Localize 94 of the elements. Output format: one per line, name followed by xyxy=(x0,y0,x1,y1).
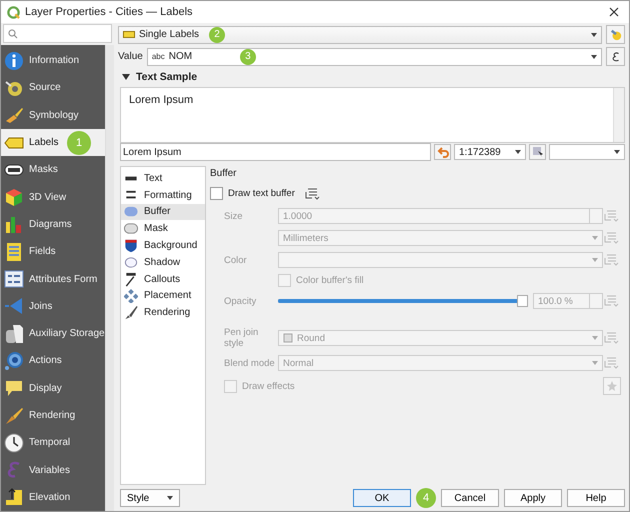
caret-icon xyxy=(167,496,173,500)
sidebar-item[interactable]: Actions xyxy=(1,347,106,375)
sidebar-item[interactable]: Diagrams xyxy=(1,210,106,238)
field-label: Pen join style xyxy=(224,327,260,349)
sidebar-item[interactable]: Display xyxy=(1,374,106,402)
sample-text-field[interactable]: Lorem Ipsum xyxy=(120,143,431,161)
dropdown-arrow-icon xyxy=(592,361,598,365)
sidebar-item[interactable]: Symbology xyxy=(1,102,106,129)
panel-title: Buffer xyxy=(210,168,238,179)
section-header[interactable]: Text Sample xyxy=(118,69,625,87)
text-preview: Lorem Ipsum xyxy=(120,87,625,143)
dropdown-arrow-icon xyxy=(592,258,598,262)
dialog-button[interactable]: Cancel xyxy=(441,489,499,507)
brush-icon xyxy=(124,305,138,320)
tab[interactable]: Placement xyxy=(121,288,205,304)
mask-icon xyxy=(124,221,138,236)
field-label: Value xyxy=(118,51,143,62)
app-logo-icon xyxy=(7,6,20,18)
dropdown-arrow-icon xyxy=(592,236,598,240)
dialog-button[interactable]: Apply xyxy=(504,489,562,507)
step-badge: 4 xyxy=(416,488,436,508)
speech-bubble-icon xyxy=(4,378,24,398)
dropdown-arrow-icon xyxy=(591,32,597,36)
field-label: Size xyxy=(224,210,244,222)
tab[interactable]: Rendering xyxy=(121,304,205,322)
dropdown-arrow-icon xyxy=(515,150,521,154)
tab[interactable]: Text xyxy=(121,170,205,187)
tab[interactable]: Formatting xyxy=(121,186,205,204)
shadow-icon xyxy=(124,254,138,270)
checkbox-label: Color buffer's fill xyxy=(296,275,364,286)
field-label: Color xyxy=(224,254,248,266)
sidebar-item[interactable]: Temporal xyxy=(1,429,106,456)
close-icon[interactable] xyxy=(609,7,619,17)
checkbox-label: Draw effects xyxy=(242,380,295,392)
reset-button[interactable] xyxy=(434,144,451,160)
elevation-icon xyxy=(4,487,24,508)
sidebar-item[interactable]: Rendering xyxy=(1,402,106,430)
undo-icon xyxy=(436,146,448,158)
tab[interactable]: Background xyxy=(121,237,205,254)
cursor-icon xyxy=(532,146,544,158)
brush-icon xyxy=(4,406,24,426)
star-icon xyxy=(607,381,617,391)
sidebar-item[interactable]: Masks xyxy=(1,156,106,184)
brush-icon xyxy=(4,105,24,126)
clock-icon xyxy=(4,432,24,453)
field-label: Opacity xyxy=(224,296,258,306)
chart-icon xyxy=(4,214,24,234)
dialog-button[interactable]: OK xyxy=(353,489,411,507)
sidebar-item[interactable]: Elevation xyxy=(1,484,106,511)
sidebar-item[interactable]: Auxiliary Storage xyxy=(1,320,106,348)
step-badge: 2 xyxy=(209,26,225,42)
expression-button[interactable] xyxy=(606,47,625,66)
dropdown-arrow-icon xyxy=(614,150,620,154)
sidebar-item[interactable]: Information xyxy=(1,47,106,74)
collapse-arrow-icon xyxy=(122,74,130,80)
style-button[interactable]: Style xyxy=(120,489,180,507)
checkbox-label: Draw text buffer xyxy=(228,188,295,199)
sidebar-item[interactable]: Fields xyxy=(1,238,106,266)
map-scale-button[interactable] xyxy=(529,144,546,160)
dialog-button[interactable]: Help xyxy=(567,489,625,507)
tag-icon xyxy=(123,31,135,38)
triangle-icon xyxy=(4,296,24,316)
scale-dropdown[interactable]: 1:172389 xyxy=(454,144,526,160)
step-badge: 1 xyxy=(67,130,91,155)
renderer-dropdown[interactable]: Single Labels 2 xyxy=(118,26,602,44)
step-badge: 3 xyxy=(240,48,256,64)
epsilon-icon xyxy=(610,50,622,62)
search-icon xyxy=(8,28,18,38)
sidebar-item[interactable]: Attributes Form xyxy=(1,265,106,293)
tab[interactable]: Shadow xyxy=(121,254,205,271)
sidebar-item[interactable]: Joins xyxy=(1,292,106,320)
sidebar-item[interactable]: Source xyxy=(1,74,106,102)
sidebar-item[interactable]: 3D View xyxy=(1,183,106,211)
info-icon xyxy=(4,50,24,71)
search-field[interactable] xyxy=(3,24,112,43)
window-title: Layer Properties - Cities — Labels xyxy=(25,6,194,18)
background-color-field[interactable] xyxy=(549,144,625,160)
placement-icon xyxy=(124,288,138,304)
tab[interactable]: Buffer xyxy=(121,204,205,220)
field-label: Blend mode xyxy=(224,358,276,368)
value-field[interactable]: abc NOM 3 xyxy=(146,48,602,66)
form-icon xyxy=(4,269,24,290)
sidebar-item[interactable]: Labels 1 xyxy=(1,128,106,156)
dropdown-arrow-icon xyxy=(592,336,598,340)
list-icon xyxy=(4,242,24,262)
callout-icon xyxy=(124,272,138,287)
tab[interactable]: Mask xyxy=(121,220,205,238)
dropdown-arrow-icon xyxy=(591,54,597,58)
cube-icon xyxy=(4,187,24,208)
scrollbar xyxy=(613,88,624,142)
shield-icon xyxy=(124,238,138,254)
paint-icon xyxy=(610,28,622,40)
tab[interactable]: Callouts xyxy=(121,270,205,288)
sidebar-item[interactable]: Variables xyxy=(1,456,106,484)
